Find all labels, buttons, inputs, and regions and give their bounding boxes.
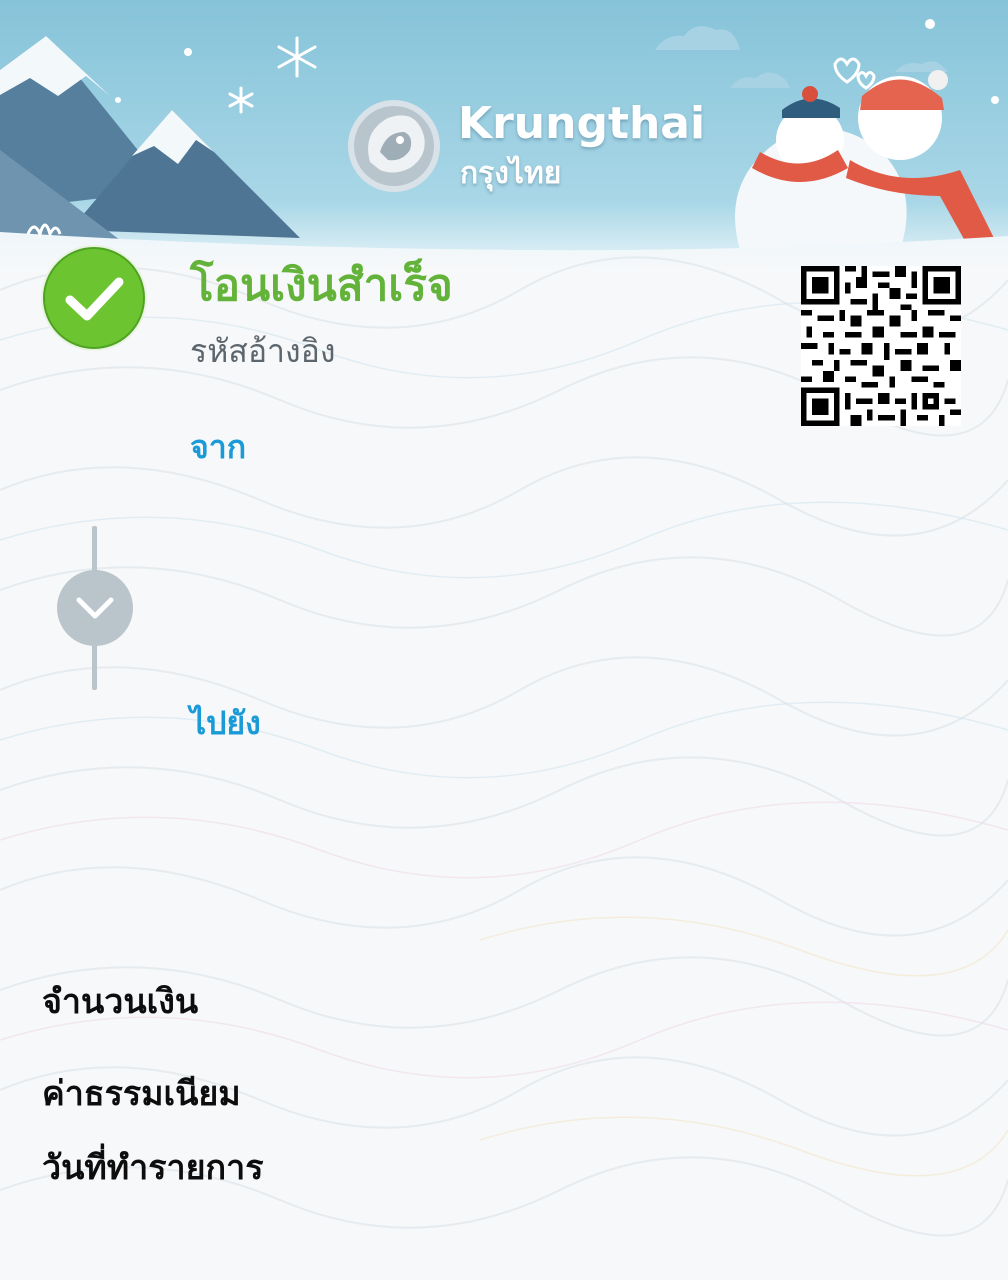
brand-logo: Krungthai กรุงไทย — [340, 92, 705, 202]
to-label: ไปยัง — [190, 704, 261, 742]
fee-label: ค่าธรรมเนียม — [42, 1074, 241, 1114]
qr-code-icon[interactable] — [800, 266, 962, 426]
check-circle-icon — [41, 245, 147, 351]
status-title: โอนเงินสำเร็จ — [190, 260, 453, 311]
bank-emblem-logo — [348, 100, 440, 192]
from-label: จาก — [190, 428, 247, 466]
brand-name: Krungthai — [458, 98, 706, 149]
transfer-connector — [57, 526, 133, 690]
transfer-slip: Krungthai กรุงไทย โอนเงินสำเร็จ รหัสอ้าง… — [0, 0, 1008, 1280]
brand-name-thai: กรุงไทย — [460, 156, 562, 191]
amount-label: จำนวนเงิน — [42, 982, 199, 1022]
transaction-date-label: วันที่ทำรายการ — [42, 1148, 264, 1188]
reference-label: รหัสอ้างอิง — [190, 332, 336, 370]
